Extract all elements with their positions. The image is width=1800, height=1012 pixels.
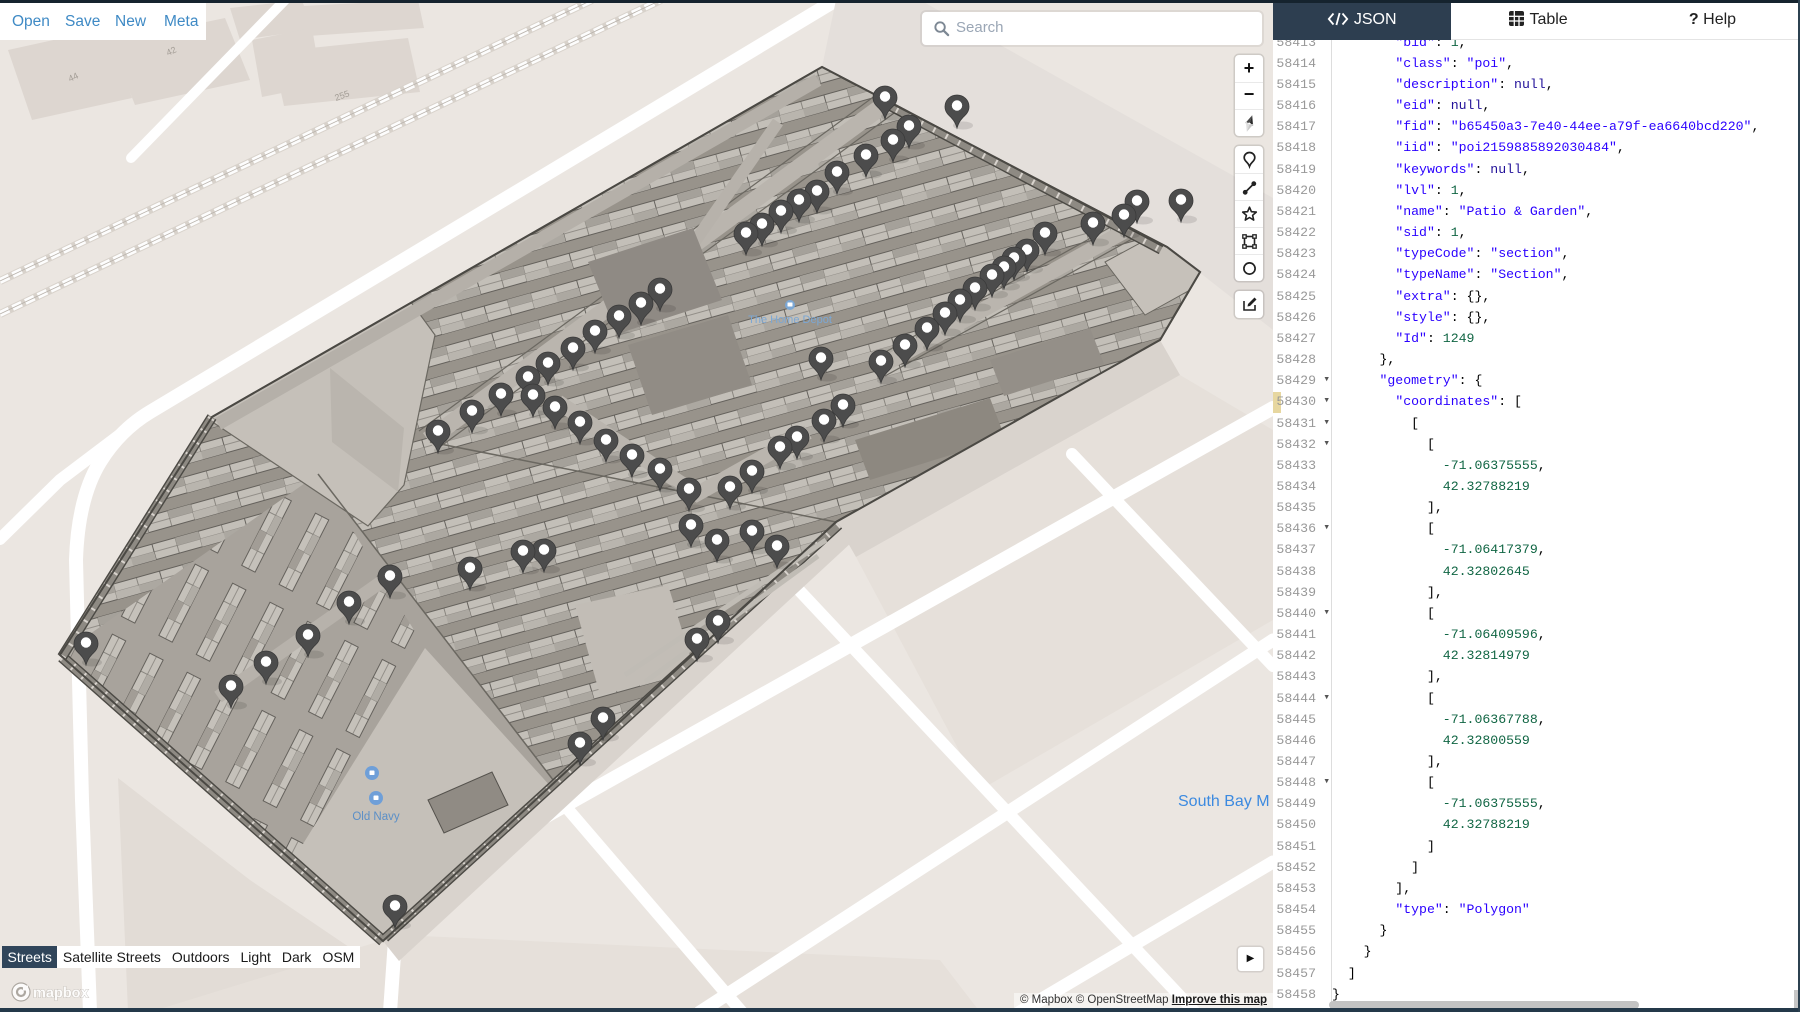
svg-text:The Home Depot: The Home Depot: [748, 314, 832, 326]
svg-text:South Bay M: South Bay M: [1178, 793, 1270, 810]
svg-text:Old Navy: Old Navy: [352, 811, 400, 823]
svg-text:mapbox: mapbox: [33, 986, 89, 1002]
